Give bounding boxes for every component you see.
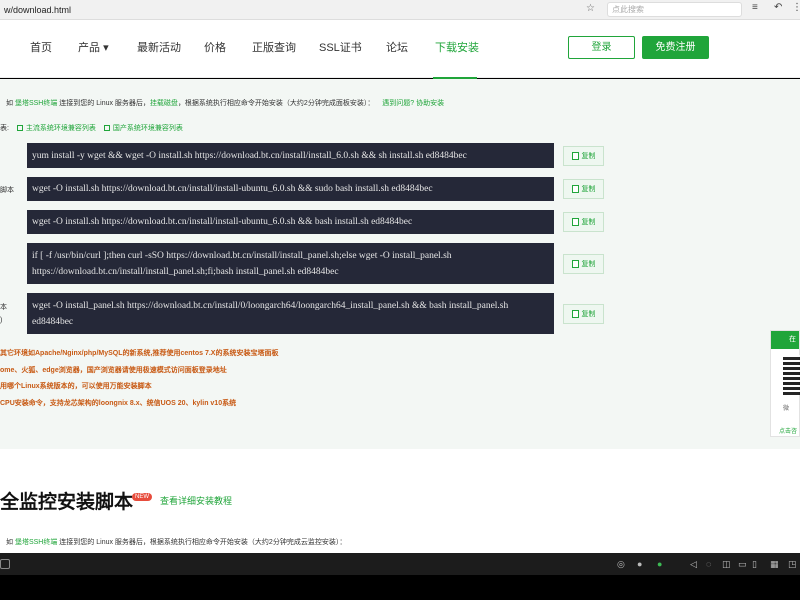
intro-prefix: 如 — [6, 539, 15, 546]
install-note: 用哪个Linux系统版本的，可以使用万能安装脚本 — [0, 383, 152, 390]
nav-forum[interactable]: 论坛 — [386, 39, 408, 55]
new-badge: NEW — [132, 493, 152, 501]
address-bar[interactable]: w/download.html — [0, 3, 600, 17]
undo-icon[interactable]: ↶ — [774, 2, 782, 13]
copy-label: 复制 — [581, 311, 596, 318]
list-icon — [16, 125, 23, 132]
copy-label: 复制 — [581, 153, 596, 160]
copy-label: 复制 — [581, 219, 596, 226]
widget-text: 微 — [783, 406, 790, 412]
install-intro: 如 堡塔SSH终端 连接到您的 Linux 服务器后，挂载磁盘，根据系统执行相应… — [6, 98, 444, 108]
command-centos[interactable]: yum install -y wget && wget -O install.s… — [27, 143, 554, 168]
copy-label: 复制 — [581, 261, 596, 268]
mainstream-os-link[interactable]: 主流系统环境兼容列表 — [26, 125, 96, 132]
network-icon[interactable]: ▭ — [738, 559, 747, 570]
intro-rest: ，根据系统执行相应命令开始安装（大约2分钟完成面板安装）： — [177, 100, 375, 107]
tray-icon[interactable]: ◌ — [706, 559, 711, 569]
copy-icon — [571, 260, 579, 268]
os-list-row: 表: 主流系统环境兼容列表 国产系统环境兼容列表 — [0, 123, 183, 133]
panel-install-section: 如 堡塔SSH终端 连接到您的 Linux 服务器后，挂载磁盘，根据系统执行相应… — [0, 79, 800, 449]
tray-app-icon[interactable]: ● — [637, 559, 642, 569]
tutorial-link[interactable]: 查看详细安装教程 — [160, 494, 232, 507]
list-icon — [103, 125, 110, 132]
nav-price[interactable]: 价格 — [204, 39, 226, 55]
tray-icon[interactable]: ◫ — [722, 559, 731, 570]
os-label: 表: — [0, 125, 9, 132]
os-taskbar: ◎ ● ● ◁ ◌ ◫ ▭ ▯ ▦ ◳ — [0, 553, 800, 575]
copy-button[interactable]: 复制 — [563, 254, 604, 274]
qr-code-image — [783, 355, 800, 395]
ssh-terminal-link[interactable]: 堡塔SSH终端 — [15, 539, 57, 546]
bookmark-star-icon[interactable]: ☆ — [586, 3, 595, 14]
help-link[interactable]: 遇到问题? 协助安装 — [382, 100, 444, 107]
monitor-install-section: 全监控安装脚本 NEW 查看详细安装教程 如 堡塔SSH终端 连接到您的 Lin… — [0, 449, 800, 553]
command-ubuntu-sudo[interactable]: wget -O install.sh https://download.bt.c… — [27, 177, 554, 201]
row-label-loongarch: 本 — [0, 304, 7, 311]
install-note: CPU安装命令，支持龙芯架构的loongnix 8.x、统信UOS 20、kyl… — [0, 400, 237, 407]
intro-rest: 连接到您的 Linux 服务器后，根据系统执行相应命令开始安装（大约2分钟完成云… — [57, 539, 347, 546]
mount-disk-link[interactable]: 挂载磁盘 — [150, 100, 178, 107]
reading-list-icon[interactable]: ≡ — [752, 2, 758, 13]
consult-widget[interactable]: 在 微 点击咨 — [770, 330, 800, 437]
domestic-os-link[interactable]: 国产系统环境兼容列表 — [113, 125, 183, 132]
nav-ssl[interactable]: SSL证书 — [319, 39, 362, 55]
tray-app-icon[interactable]: ◎ — [617, 559, 625, 570]
login-button[interactable]: 登录 — [568, 36, 635, 59]
intro-prefix: 如 — [6, 100, 15, 107]
nav-product[interactable]: 产品 ▾ — [78, 39, 109, 55]
row-label-ubuntu: 脚本 — [0, 187, 14, 194]
browser-toolbar: w/download.html ☆ 点此搜索 ≡ ↶ ⋮ — [0, 0, 800, 20]
command-universal[interactable]: if [ -f /usr/bin/curl ];then curl -sSO h… — [27, 243, 554, 284]
install-note: ome、火狐、edge浏览器，国产浏览器请使用极速模式访问面板登录地址 — [0, 367, 227, 374]
tray-icon[interactable]: ▦ — [770, 559, 779, 570]
site-navigation: 首页 产品 ▾ 最新活动 价格 正版查询 SSL证书 论坛 下载安装 登录 免费… — [0, 20, 800, 79]
menu-icon[interactable]: ⋮ — [792, 2, 800, 13]
register-button[interactable]: 免费注册 — [642, 36, 709, 59]
copy-icon — [571, 310, 579, 318]
copy-button[interactable]: 复制 — [563, 304, 604, 324]
intro-mid: 连接到您的 Linux 服务器后， — [57, 100, 150, 107]
widget-consult-link[interactable]: 点击咨 — [779, 426, 797, 435]
copy-button[interactable]: 复制 — [563, 179, 604, 199]
nav-product-label: 产品 — [78, 42, 100, 54]
install-note: 其它环境如Apache/Nginx/php/MySQL的新系统,推荐使用cent… — [0, 350, 279, 357]
copy-button[interactable]: 复制 — [563, 212, 604, 232]
section-title: 全监控安装脚本 — [0, 492, 134, 513]
volume-icon[interactable]: ◁ — [690, 559, 697, 570]
caret-down-icon: ▾ — [103, 42, 109, 54]
monitor-intro: 如 堡塔SSH终端 连接到您的 Linux 服务器后，根据系统执行相应命令开始安… — [6, 537, 346, 547]
widget-header: 在 — [771, 331, 799, 349]
screen-bezel — [0, 575, 800, 600]
notification-icon[interactable]: ◳ — [788, 559, 797, 570]
copy-icon — [571, 218, 579, 226]
ssh-terminal-link[interactable]: 堡塔SSH终端 — [15, 100, 57, 107]
tray-wechat-icon[interactable]: ● — [657, 559, 662, 569]
nav-activities[interactable]: 最新活动 — [137, 39, 181, 55]
nav-license-check[interactable]: 正版查询 — [252, 39, 296, 55]
copy-label: 复制 — [581, 186, 596, 193]
browser-search-input[interactable]: 点此搜索 — [607, 2, 742, 17]
row-label-loongarch-suffix: ) — [0, 317, 3, 324]
nav-home[interactable]: 首页 — [30, 39, 52, 55]
tray-icon[interactable]: ▯ — [752, 559, 757, 570]
command-debian[interactable]: wget -O install.sh https://download.bt.c… — [27, 210, 554, 234]
nav-download[interactable]: 下载安装 — [435, 39, 479, 55]
copy-icon — [571, 152, 579, 160]
command-loongarch[interactable]: wget -O install_panel.sh https://downloa… — [27, 293, 554, 334]
copy-button[interactable]: 复制 — [563, 146, 604, 166]
copy-icon — [571, 185, 579, 193]
start-icon[interactable] — [0, 559, 10, 569]
